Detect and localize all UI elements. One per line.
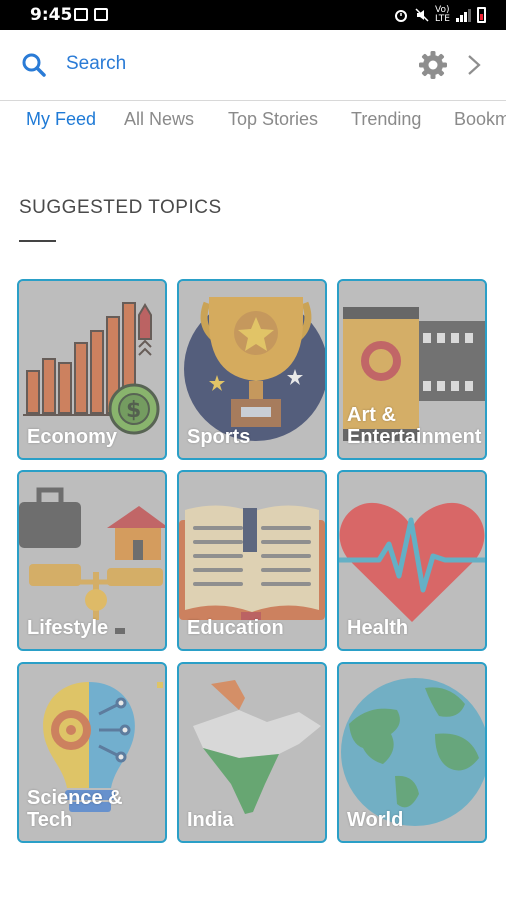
status-indicators: Vo) LTE — [393, 6, 486, 24]
search-bar: Search — [0, 30, 506, 101]
topic-label: Health — [347, 617, 409, 639]
alarm-icon — [395, 10, 408, 22]
mute-icon — [415, 8, 429, 22]
notification-icons — [74, 8, 108, 21]
gallery-icon — [74, 8, 88, 21]
topic-label: India — [187, 809, 234, 831]
feed-tabs: My Feed All News Top Stories Trending Bo… — [0, 101, 506, 141]
topic-tile-education[interactable]: Education — [177, 470, 327, 651]
topic-tile-health[interactable]: Health — [337, 470, 487, 651]
topic-tile-world[interactable]: World — [337, 662, 487, 843]
search-icon[interactable] — [21, 52, 47, 78]
topic-label: Education — [187, 617, 284, 639]
net2-label: LTE — [435, 14, 450, 24]
gear-icon[interactable] — [418, 50, 448, 80]
topic-tile-art-entertainment[interactable]: Art & Entertainment — [337, 279, 487, 460]
topic-tile-lifestyle[interactable]: Lifestyle — [17, 470, 167, 651]
status-bar: 9:45 Vo) LTE — [0, 0, 506, 30]
topic-tile-economy[interactable]: $ Economy — [17, 279, 167, 460]
topic-tile-india[interactable]: India — [177, 662, 327, 843]
chevron-right-icon[interactable] — [466, 54, 482, 76]
tab-trending[interactable]: Trending — [351, 109, 421, 130]
tab-all-news[interactable]: All News — [124, 109, 194, 130]
topic-label: World — [347, 809, 404, 831]
search-input[interactable]: Search — [66, 53, 126, 75]
signal-icon — [456, 8, 471, 22]
topic-label: Science & Tech — [27, 787, 123, 831]
topic-label: Economy — [27, 426, 118, 448]
tab-bookmarks[interactable]: Bookmarks — [454, 109, 506, 130]
section-title: SUGGESTED TOPICS — [19, 197, 222, 218]
tab-my-feed[interactable]: My Feed — [26, 109, 96, 130]
topic-label: Art & Entertainment — [347, 404, 482, 448]
topic-label: Lifestyle — [27, 617, 109, 639]
battery-icon — [477, 7, 486, 23]
status-time: 9:45 — [30, 5, 73, 25]
topic-label: Sports — [187, 426, 251, 448]
tab-top-stories[interactable]: Top Stories — [228, 109, 318, 130]
volte-indicator: Vo) LTE — [435, 6, 450, 24]
section-divider — [19, 240, 56, 242]
mail-icon — [94, 8, 108, 21]
topic-tile-sports[interactable]: Sports — [177, 279, 327, 460]
topic-tile-science-tech[interactable]: Science & Tech — [17, 662, 167, 843]
